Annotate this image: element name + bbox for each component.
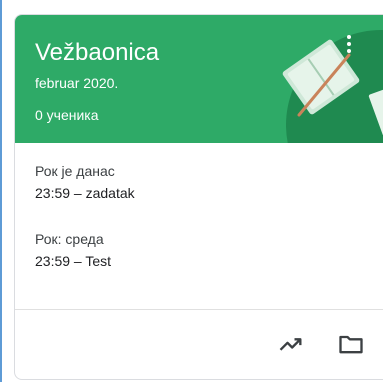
due-label-today: Рок је данас [35, 163, 115, 179]
folder-icon[interactable] [337, 330, 365, 358]
class-title[interactable]: Vežbaonica [35, 39, 159, 67]
class-card: Vežbaonica februar 2020. 0 ученика Рок ј… [14, 14, 383, 380]
card-header[interactable]: Vežbaonica februar 2020. 0 ученика [15, 15, 383, 143]
header-illustration [282, 30, 383, 143]
due-label-wednesday: Рок: среда [35, 231, 104, 247]
class-section: februar 2020. [35, 75, 119, 91]
due-item-test[interactable]: 23:59 – Test [35, 252, 111, 270]
card-footer [15, 310, 383, 379]
more-options-icon[interactable] [339, 35, 359, 61]
student-count: 0 ученика [35, 107, 99, 123]
due-work-section: Рок је данас 23:59 – zadatak Рок: среда … [15, 143, 383, 309]
trending-up-icon[interactable] [277, 330, 305, 358]
due-item-zadatak[interactable]: 23:59 – zadatak [35, 184, 135, 202]
left-border-line [0, 0, 2, 382]
